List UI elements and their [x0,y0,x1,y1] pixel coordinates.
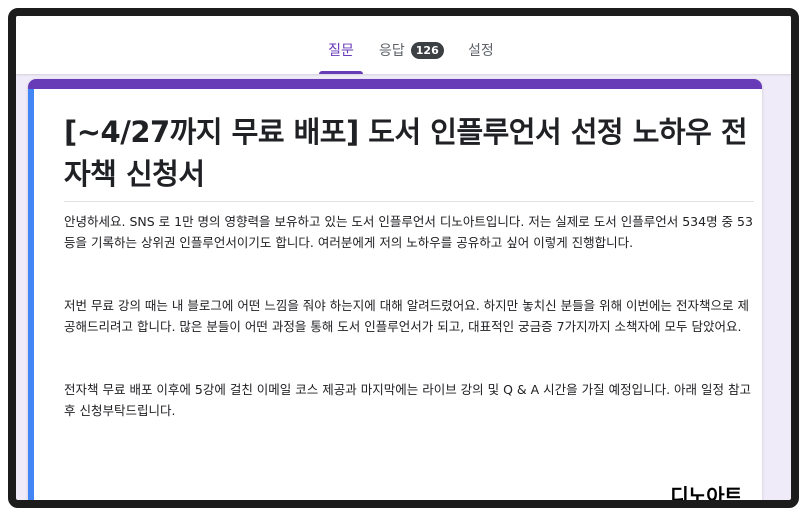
description-paragraph: 안녕하세요. SNS 로 1만 명의 영향력을 보유하고 있는 도서 인플루언서… [64,214,753,250]
tab-questions[interactable]: 질문 [319,31,363,74]
active-tab-indicator [319,71,363,74]
watermark-logo: 디노아트 [670,484,742,508]
responses-count-badge: 126 [410,42,444,59]
form-description[interactable]: 안녕하세요. SNS 로 1만 명의 영향력을 보유하고 있는 도서 인플루언서… [64,211,754,421]
description-paragraph: 저번 무료 강의 때는 내 블로그에 어떤 느낌을 줘야 하는지에 대해 알려드… [64,298,749,334]
card-focus-indicator [28,89,34,500]
tab-questions-label: 질문 [328,43,354,59]
title-divider [64,201,754,202]
screen-frame: 질문 응답 126 설정 [~4/27까지 무료 배포] 도서 인플루언서 선정 … [8,8,799,508]
tab-responses-label: 응답 [379,43,405,59]
tab-settings[interactable]: 설정 [468,40,494,60]
tab-bar: 질문 응답 126 설정 [16,16,791,74]
card-theme-bar [28,79,762,89]
tab-responses[interactable]: 응답 126 [379,40,444,60]
form-title[interactable]: [~4/27까지 무료 배포] 도서 인플루언서 선정 노하우 전자책 신청서 [64,111,754,195]
description-paragraph: 전자책 무료 배포 이후에 5강에 걸친 이메일 코스 제공과 마지막에는 라이… [64,382,752,418]
tab-settings-label: 설정 [468,43,494,59]
form-header-card[interactable]: [~4/27까지 무료 배포] 도서 인플루언서 선정 노하우 전자책 신청서 … [28,79,762,508]
